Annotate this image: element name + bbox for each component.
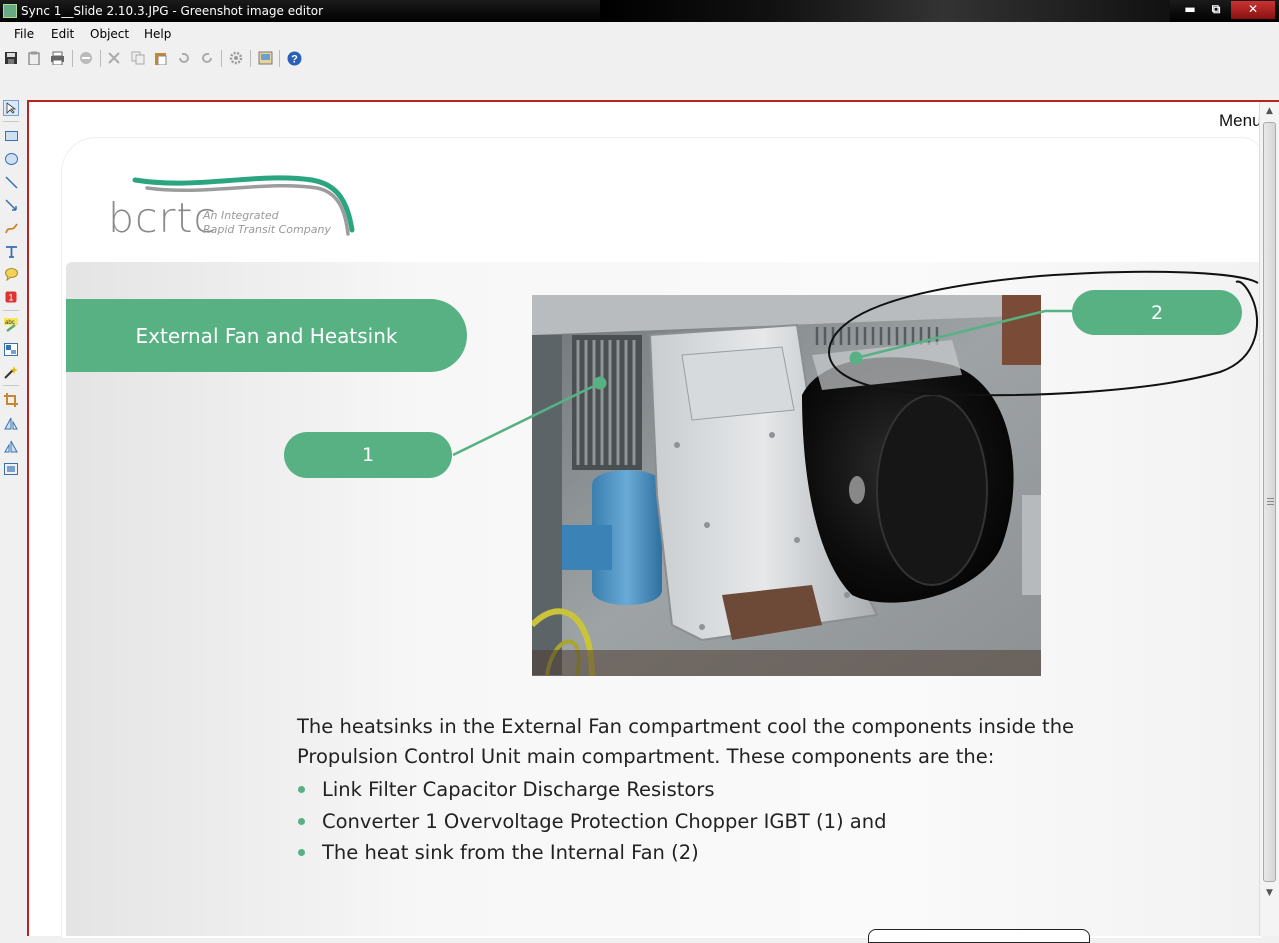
text-icon[interactable] xyxy=(3,243,19,259)
settings-icon[interactable] xyxy=(228,50,244,66)
export-icon[interactable] xyxy=(257,50,273,66)
print-icon[interactable] xyxy=(49,50,65,66)
menu-bar: File Edit Object Help xyxy=(0,22,1279,44)
vertical-scrollbar[interactable]: ▲ ▼ xyxy=(1259,102,1279,936)
menu-file[interactable]: File xyxy=(10,25,38,43)
callout-2: 2 xyxy=(1072,290,1242,335)
restore-icon: ⧉ xyxy=(1211,2,1221,16)
paragraph-line-1: The heatsinks in the External Fan compar… xyxy=(297,715,1075,738)
scroll-up-icon[interactable]: ▲ xyxy=(1264,106,1275,116)
scroll-thumb[interactable] xyxy=(1263,122,1276,882)
redo-icon[interactable] xyxy=(199,50,215,66)
slide-body: The heatsinks in the External Fan compar… xyxy=(297,712,1097,869)
crop-icon[interactable] xyxy=(3,392,19,408)
minimize-button[interactable]: ▬ xyxy=(1177,1,1203,19)
rotate-ccw-icon[interactable] xyxy=(3,438,19,454)
resize-icon[interactable] xyxy=(3,461,19,477)
titlebar-blur xyxy=(600,0,1170,22)
obfuscate-icon[interactable] xyxy=(3,341,19,357)
minimize-icon: ▬ xyxy=(1184,2,1196,16)
bullet-text: Link Filter Capacitor Discharge Resistor… xyxy=(322,778,715,801)
equipment-photo xyxy=(529,295,1041,677)
callout-1: 1 xyxy=(284,432,452,478)
logo-tagline-2: Rapid Transit Company xyxy=(203,223,331,236)
undo-icon[interactable] xyxy=(176,50,192,66)
help-icon[interactable]: ? xyxy=(286,50,302,66)
drawing-toolstrip: 1 abc xyxy=(0,98,22,936)
cut-icon[interactable] xyxy=(106,50,122,66)
save-icon[interactable] xyxy=(3,50,19,66)
bullet-dot xyxy=(298,849,305,856)
toolbar-separator xyxy=(100,50,101,67)
logo-tagline-1: An Integrated xyxy=(203,209,279,222)
menu-object[interactable]: Object xyxy=(86,25,133,43)
menu-help[interactable]: Help xyxy=(140,25,175,43)
toolbar-separator xyxy=(250,50,251,67)
svg-text:?: ? xyxy=(291,53,298,65)
list-item: Link Filter Capacitor Discharge Resistor… xyxy=(297,774,1097,806)
copy-icon[interactable] xyxy=(130,50,146,66)
scroll-grip xyxy=(1267,501,1274,502)
toolbar: ? xyxy=(0,46,1279,72)
toolstrip-separator xyxy=(3,310,19,311)
delete-icon[interactable] xyxy=(78,50,94,66)
bullet-list: Link Filter Capacitor Discharge Resistor… xyxy=(297,774,1097,869)
bullet-text: The heat sink from the Internal Fan (2) xyxy=(322,841,699,864)
rectangle-icon[interactable] xyxy=(3,128,19,144)
toolbar-separator xyxy=(72,50,73,67)
bullet-dot xyxy=(298,817,305,825)
paragraph-line-2: Propulsion Control Unit main compartment… xyxy=(297,745,995,768)
clipboard-icon[interactable] xyxy=(26,50,42,66)
freehand-icon[interactable] xyxy=(3,220,19,236)
window-title: Sync 1__Slide 2.10.3.JPG - Greenshot ima… xyxy=(21,4,324,18)
selection-handle-edge xyxy=(868,929,1090,943)
toolbar-separator xyxy=(221,50,222,67)
effects-icon[interactable] xyxy=(3,364,19,380)
list-item: The heat sink from the Internal Fan (2) xyxy=(297,837,1097,869)
scroll-grip xyxy=(1267,498,1274,499)
scroll-grip xyxy=(1267,504,1274,505)
select-icon[interactable] xyxy=(3,100,19,116)
highlight-icon[interactable]: abc xyxy=(3,317,19,333)
paste-icon[interactable] xyxy=(153,50,169,66)
arrow-icon[interactable] xyxy=(3,197,19,213)
maximize-button[interactable]: ⧉ xyxy=(1203,1,1229,19)
rotate-cw-icon[interactable] xyxy=(3,415,19,431)
svg-text:1: 1 xyxy=(8,293,13,303)
slide-menu-button[interactable]: Menu xyxy=(1219,111,1262,131)
close-button[interactable]: ✕ xyxy=(1231,1,1275,19)
app-icon xyxy=(3,4,17,18)
bullet-dot xyxy=(298,786,305,793)
list-item: Converter 1 Overvoltage Protection Chopp… xyxy=(297,806,1097,838)
logo-wordmark: bcrtc xyxy=(108,194,218,242)
slide-header-text: External Fan and Heatsink xyxy=(135,323,398,348)
callout-2-label: 2 xyxy=(1150,301,1164,324)
toolstrip-separator xyxy=(3,121,19,122)
counter-icon[interactable]: 1 xyxy=(3,289,19,305)
line-icon[interactable] xyxy=(3,174,19,190)
menu-edit[interactable]: Edit xyxy=(47,25,78,43)
scroll-down-icon[interactable]: ▼ xyxy=(1264,888,1275,898)
speechbubble-icon[interactable] xyxy=(3,266,19,282)
slide-header: External Fan and Heatsink xyxy=(66,299,467,372)
ellipse-icon[interactable] xyxy=(3,151,19,167)
toolbar-separator xyxy=(279,50,280,67)
close-icon: ✕ xyxy=(1247,2,1259,16)
bullet-text: Converter 1 Overvoltage Protection Chopp… xyxy=(322,809,887,833)
window-titlebar: Sync 1__Slide 2.10.3.JPG - Greenshot ima… xyxy=(0,0,1279,22)
toolstrip-separator xyxy=(3,385,19,386)
callout-1-label: 1 xyxy=(361,444,375,466)
